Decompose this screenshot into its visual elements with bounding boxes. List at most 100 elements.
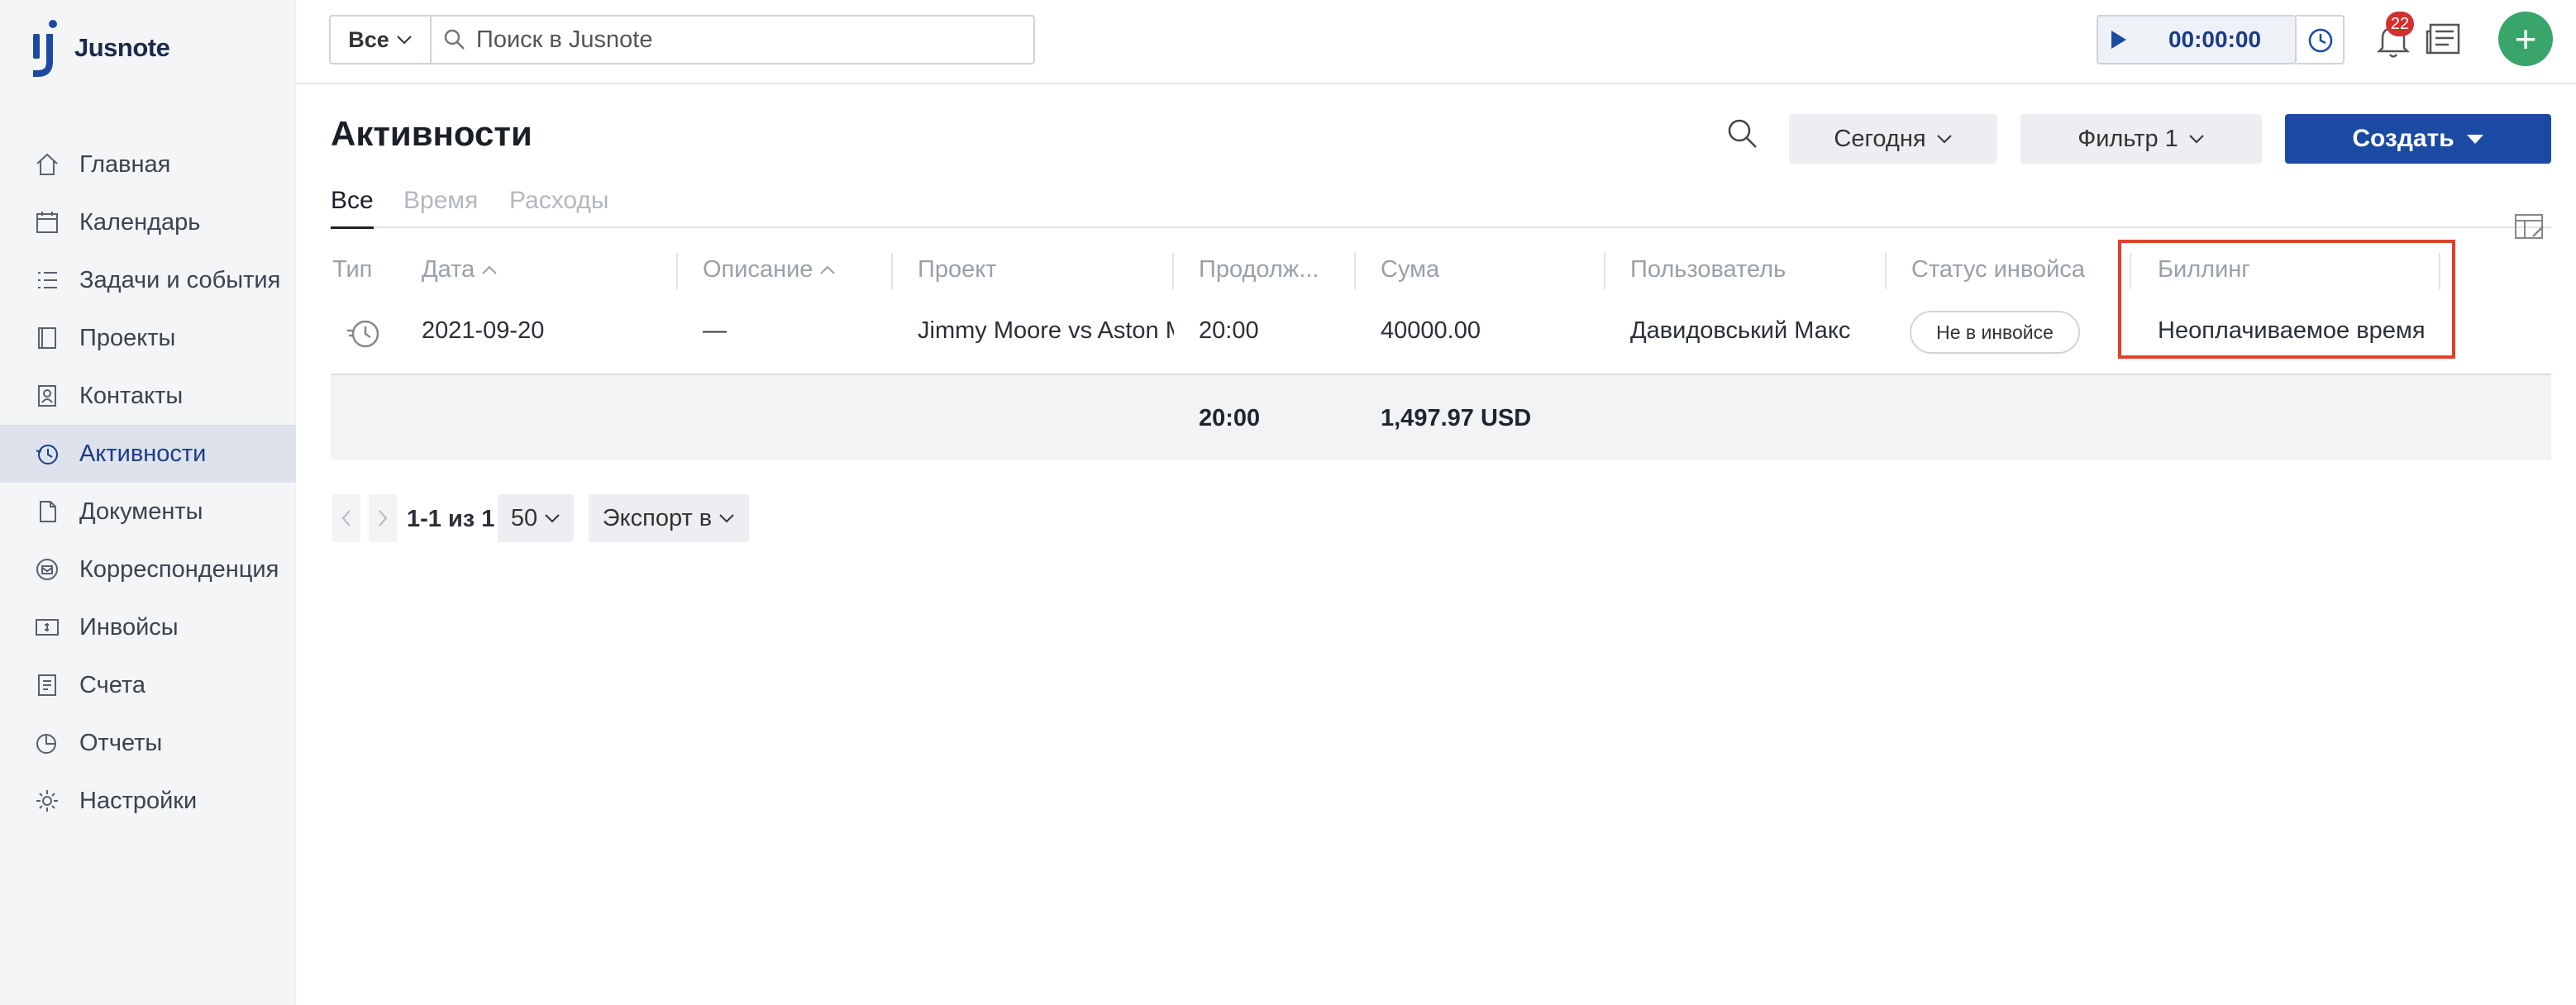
column-separator[interactable] [1885, 253, 1887, 289]
tasks-icon [33, 266, 61, 294]
global-search[interactable] [432, 15, 1035, 64]
next-page-button[interactable] [369, 494, 397, 542]
sidebar-item-calendar[interactable]: Календарь [0, 193, 296, 251]
page-size-value: 50 [510, 504, 538, 531]
search-icon [444, 29, 465, 50]
sidebar-item-label: Корреспонденция [79, 555, 279, 583]
tab-time[interactable]: Время [403, 187, 478, 215]
sidebar-item-label: Отчеты [79, 729, 163, 756]
sidebar-item-projects[interactable]: Проекты [0, 309, 296, 367]
sidebar-item-label: Настройки [79, 787, 198, 814]
plus-icon: + [2514, 17, 2537, 60]
cell-date[interactable]: 2021-09-20 [422, 317, 544, 345]
cell-user[interactable]: Давидовський Макс [1630, 317, 1850, 345]
caret-down-icon [2466, 135, 2483, 144]
tab-expenses[interactable]: Расходы [509, 187, 608, 215]
sidebar-item-tasks[interactable]: Задачи и события [0, 251, 296, 309]
column-header-user[interactable]: Пользователь [1630, 256, 1786, 283]
date-range-label: Сегодня [1834, 125, 1926, 152]
page-size-dropdown[interactable]: 50 [498, 494, 574, 542]
filter-label: Фильтр 1 [2077, 125, 2178, 152]
search-icon[interactable] [1726, 117, 1759, 150]
date-range-dropdown[interactable]: Сегодня [1789, 114, 1997, 164]
sort-asc-icon [482, 265, 497, 274]
column-header-project[interactable]: Проект [918, 256, 997, 283]
timer-history-icon [2308, 28, 2333, 53]
activity-tabs: Все Время Расходы [331, 180, 2551, 229]
sidebar: Jusnote Главная Календарь Задачи и событ… [0, 0, 296, 1005]
sidebar-item-label: Инвойсы [79, 613, 179, 641]
sidebar-item-label: Задачи и события [79, 266, 281, 293]
column-separator[interactable] [676, 253, 678, 289]
prev-page-button[interactable] [332, 494, 360, 542]
projects-icon [33, 324, 61, 352]
sort-asc-icon [820, 265, 836, 274]
search-scope-dropdown[interactable]: Все [329, 15, 432, 64]
news-icon[interactable] [2424, 20, 2464, 58]
notifications-badge: 22 [2386, 12, 2414, 36]
export-label: Экспорт в [602, 504, 713, 531]
activities-icon [33, 440, 61, 468]
filter-dropdown[interactable]: Фильтр 1 [2020, 114, 2262, 164]
sidebar-item-label: Контакты [79, 382, 184, 409]
time-entry-icon [347, 320, 379, 348]
column-header-date[interactable]: Дата [422, 256, 498, 283]
documents-icon [33, 498, 61, 526]
sidebar-item-label: Активности [79, 440, 207, 467]
sidebar-item-invoices[interactable]: Инвойсы [0, 598, 296, 656]
sidebar-item-contacts[interactable]: Контакты [0, 367, 296, 425]
chevron-right-icon [379, 510, 388, 526]
export-dropdown[interactable]: Экспорт в [589, 494, 749, 542]
column-header-description[interactable]: Описание [703, 256, 836, 283]
sidebar-item-reports[interactable]: Отчеты [0, 714, 296, 772]
cell-project[interactable]: Jimmy Moore vs Aston Martin [918, 317, 1174, 345]
chevron-down-icon [719, 514, 734, 523]
pagination-range: 1-1 из 1 [407, 506, 495, 532]
column-settings-icon[interactable] [2513, 212, 2546, 241]
sidebar-item-label: Календарь [79, 208, 201, 236]
sidebar-item-label: Главная [79, 150, 171, 178]
sidebar-item-settings[interactable]: Настройки [0, 772, 296, 830]
column-header-invoice-status[interactable]: Статус инвойса [1911, 256, 2085, 283]
invoices-icon [33, 613, 61, 641]
chevron-down-icon [397, 36, 412, 45]
sidebar-item-label: Проекты [79, 324, 176, 351]
chevron-down-icon [2189, 135, 2204, 144]
column-separator[interactable] [891, 253, 893, 289]
sidebar-item-label: Счета [79, 671, 145, 698]
jusnote-logo-icon [33, 20, 57, 77]
column-separator[interactable] [1172, 253, 1174, 289]
timer-history-button[interactable] [2297, 15, 2345, 64]
invoice-status-badge: Не в инвойсе [1910, 311, 2080, 354]
sidebar-item-accounts[interactable]: Счета [0, 656, 296, 714]
cell-sum: 40000.00 [1381, 317, 1481, 344]
brand[interactable]: Jusnote [30, 17, 170, 79]
column-header-type[interactable]: Тип [332, 256, 372, 283]
sidebar-item-correspondence[interactable]: Корреспонденция [0, 541, 296, 598]
total-duration: 20:00 [1199, 405, 1261, 431]
tab-all[interactable]: Все [331, 187, 374, 229]
search-scope-label: Все [348, 26, 389, 52]
chevron-down-icon [545, 514, 560, 523]
home-icon [33, 150, 61, 179]
play-icon [2111, 31, 2126, 49]
column-separator[interactable] [1354, 253, 1356, 289]
create-button[interactable]: Создать [2285, 114, 2551, 164]
column-header-label: Описание [703, 256, 813, 283]
column-header-sum[interactable]: Сума [1381, 256, 1439, 283]
calendar-icon [33, 208, 61, 236]
search-input[interactable] [476, 26, 1005, 54]
sidebar-item-home[interactable]: Главная [0, 136, 296, 193]
quick-add-button[interactable]: + [2498, 12, 2553, 66]
sidebar-item-label: Документы [79, 498, 203, 525]
sidebar-item-documents[interactable]: Документы [0, 483, 296, 541]
timer: 00:00:00 [2097, 15, 2297, 64]
column-separator[interactable] [1604, 253, 1605, 289]
brand-name: Jusnote [74, 33, 170, 62]
sidebar-item-activities[interactable]: Активности [0, 425, 296, 483]
play-button[interactable] [2098, 29, 2140, 50]
chevron-down-icon [1936, 135, 1952, 144]
sidebar-nav: Главная Календарь Задачи и события Проек… [0, 136, 296, 830]
totals-row: 20:00 1,497.97 USD [331, 374, 2551, 460]
column-header-duration[interactable]: Продолж... [1199, 256, 1319, 283]
